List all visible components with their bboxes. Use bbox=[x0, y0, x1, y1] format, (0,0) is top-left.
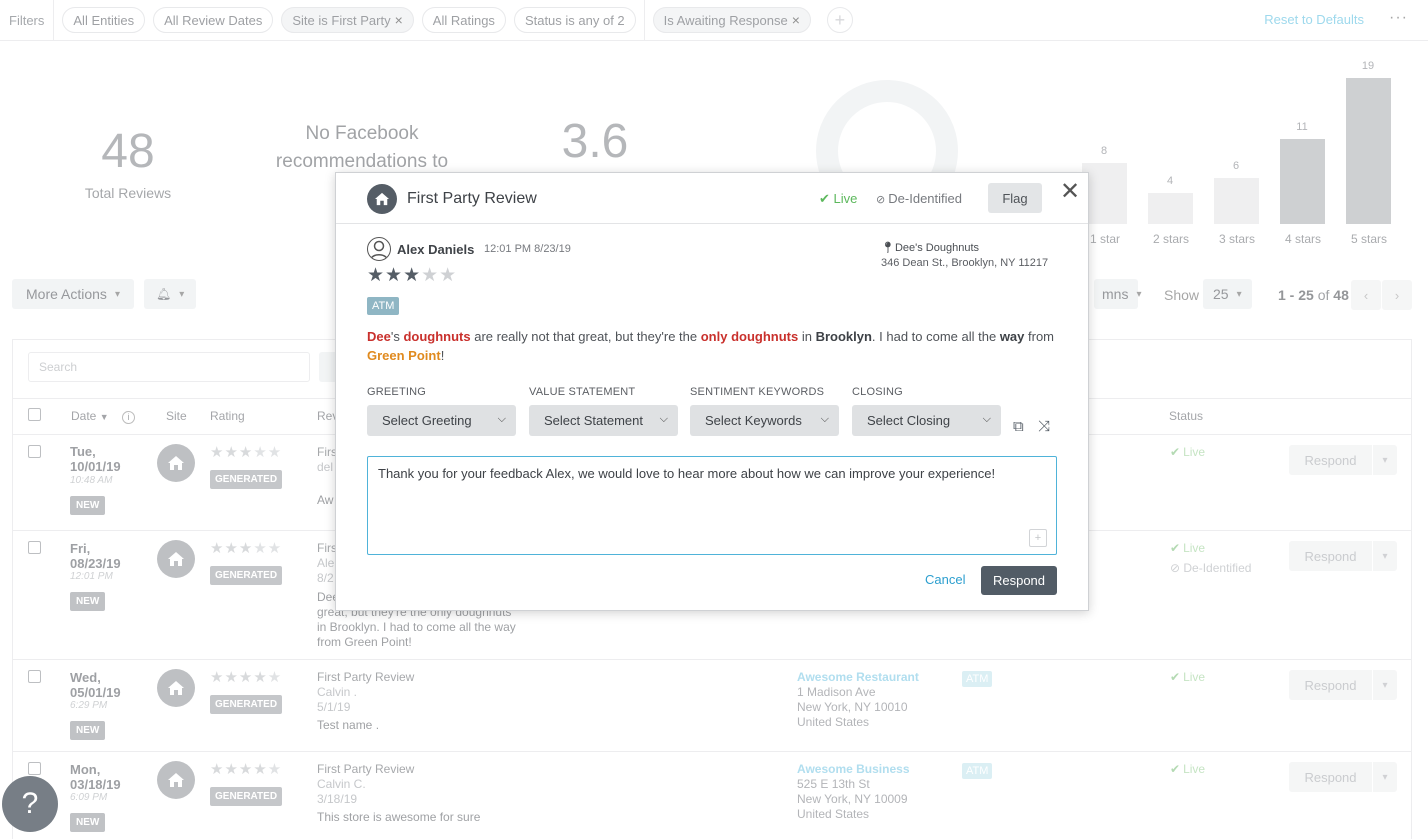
closing-label: CLOSING bbox=[852, 386, 903, 398]
modal-header: First Party Review ✔ Live ⊘ De-Identifie… bbox=[336, 173, 1088, 224]
home-icon bbox=[367, 184, 397, 214]
keywords-select[interactable]: Select Keywords ⌵ bbox=[690, 405, 839, 436]
chevron-down-icon: ⌵ bbox=[820, 413, 829, 425]
response-textarea[interactable]: Thank you for your feedback Alex, we wou… bbox=[367, 456, 1057, 555]
status-label: De-Identified bbox=[888, 191, 962, 206]
review-response-modal: First Party Review ✔ Live ⊘ De-Identifie… bbox=[335, 172, 1089, 611]
rating-stars: ★★★★★ bbox=[367, 265, 458, 286]
keyword: only doughnuts bbox=[700, 329, 799, 344]
status-live: ✔ Live bbox=[819, 191, 857, 207]
chevron-down-icon: ⌵ bbox=[982, 413, 991, 425]
closing-select[interactable]: Select Closing ⌵ bbox=[852, 405, 1001, 436]
checkmark-icon: ✔ bbox=[819, 191, 834, 206]
expand-icon[interactable]: + bbox=[1029, 529, 1047, 547]
review-segment: are really not that great, but they're t… bbox=[470, 329, 701, 344]
greeting-label: GREETING bbox=[367, 386, 427, 398]
review-segment: . I had to come all the bbox=[871, 329, 1000, 344]
select-value: Select Closing bbox=[867, 413, 951, 428]
keyword: Brooklyn bbox=[815, 329, 872, 344]
review-segment: ! bbox=[440, 348, 445, 363]
select-value: Select Greeting bbox=[382, 413, 472, 428]
add-template-icon[interactable]: ⧉ bbox=[1013, 418, 1024, 435]
status-label: Live bbox=[833, 191, 858, 206]
keyword: Dee bbox=[367, 329, 391, 344]
keyword: Green Point bbox=[367, 348, 441, 363]
tag-badge: ATM bbox=[367, 297, 400, 315]
value-statement-label: VALUE STATEMENT bbox=[529, 386, 636, 398]
review-timestamp: 12:01 PM 8/23/19 bbox=[484, 243, 571, 255]
select-value: Select Keywords bbox=[705, 413, 802, 428]
shuffle-icon[interactable]: ⤨ bbox=[1038, 418, 1050, 435]
location-address: 346 Dean St., Brooklyn, NY 11217 bbox=[881, 257, 1049, 269]
greeting-select[interactable]: Select Greeting ⌵ bbox=[367, 405, 516, 436]
avatar-icon bbox=[367, 237, 391, 261]
eye-slash-icon: ⊘ bbox=[876, 194, 889, 206]
close-icon[interactable]: ✕ bbox=[1060, 177, 1080, 206]
review-text: Dee's doughnuts are really not that grea… bbox=[367, 327, 1057, 365]
statement-select[interactable]: Select Statement ⌵ bbox=[529, 405, 678, 436]
flag-button[interactable]: Flag bbox=[988, 183, 1042, 213]
sentiment-keywords-label: SENTIMENT KEYWORDS bbox=[690, 386, 825, 398]
status-deidentified: ⊘ De-Identified bbox=[876, 191, 962, 206]
chevron-down-icon: ⌵ bbox=[659, 413, 668, 425]
location-name-text: Dee's Doughnuts bbox=[894, 242, 980, 254]
keyword: doughnuts bbox=[403, 329, 471, 344]
review-segment: in bbox=[798, 329, 816, 344]
review-segment: 's bbox=[390, 329, 404, 344]
keyword: way bbox=[999, 329, 1025, 344]
location-name: 📍︎Dee's Doughnuts bbox=[881, 241, 979, 254]
map-pin-icon: 📍︎ bbox=[881, 242, 895, 254]
chevron-down-icon: ⌵ bbox=[497, 413, 506, 425]
select-value: Select Statement bbox=[544, 413, 643, 428]
respond-button[interactable]: Respond bbox=[981, 566, 1057, 595]
modal-title: First Party Review bbox=[407, 190, 537, 207]
reviewer-name: Alex Daniels bbox=[397, 242, 475, 257]
cancel-button[interactable]: Cancel bbox=[925, 572, 965, 587]
review-segment: from bbox=[1024, 329, 1055, 344]
